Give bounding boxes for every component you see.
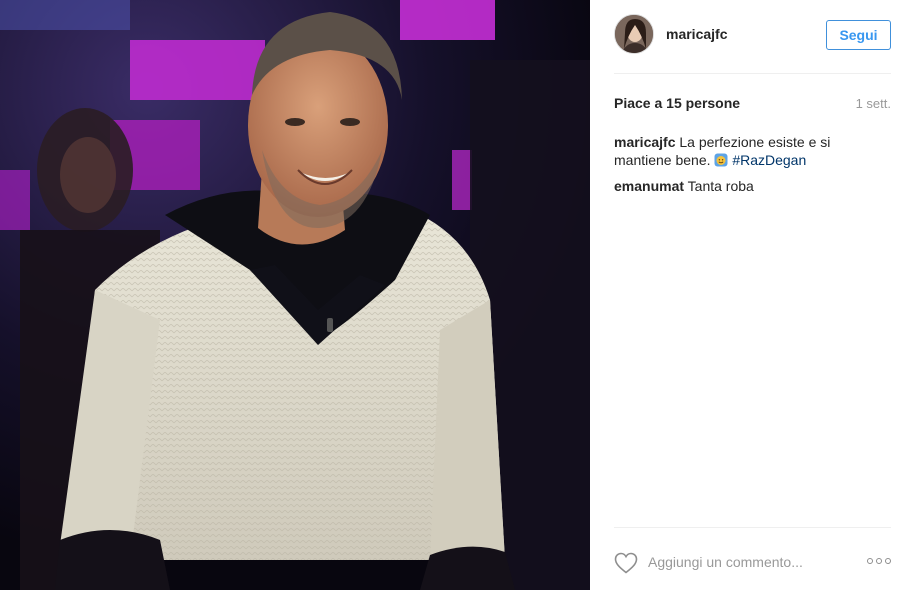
user-avatar[interactable] <box>614 14 654 54</box>
caption: maricajfc La perfezione esiste e si mant… <box>614 133 859 169</box>
more-dot <box>867 558 873 564</box>
post-details-panel: maricajfc Segui Piace a 15 persone 1 set… <box>590 0 902 590</box>
post-photo[interactable] <box>0 0 590 590</box>
caption-username[interactable]: maricajfc <box>614 134 675 150</box>
post-timestamp[interactable]: 1 sett. <box>856 96 891 111</box>
hashtag-link[interactable]: #RazDegan <box>732 152 806 168</box>
more-dot <box>885 558 891 564</box>
add-comment-input[interactable] <box>648 550 848 574</box>
comment-item: emanumat Tanta roba <box>614 177 859 195</box>
post-author-username[interactable]: maricajfc <box>666 26 727 42</box>
more-dot <box>876 558 882 564</box>
comment-footer <box>614 527 891 590</box>
likes-count[interactable]: Piace a 15 persone <box>614 95 740 111</box>
like-heart-icon[interactable] <box>614 552 638 574</box>
comment-username[interactable]: emanumat <box>614 178 684 194</box>
post-header: maricajfc Segui <box>614 14 891 74</box>
likes-row: Piace a 15 persone 1 sett. <box>614 95 891 111</box>
comment-text: Tanta roba <box>687 178 754 194</box>
post-photo-image <box>0 0 590 590</box>
follow-button[interactable]: Segui <box>826 20 891 50</box>
comments-list: maricajfc La perfezione esiste e si mant… <box>614 133 859 203</box>
more-options-icon[interactable] <box>867 556 891 566</box>
instagram-post: maricajfc Segui Piace a 15 persone 1 set… <box>0 0 902 590</box>
avatar-icon <box>615 15 653 53</box>
smiling-emoji-icon <box>714 153 728 167</box>
